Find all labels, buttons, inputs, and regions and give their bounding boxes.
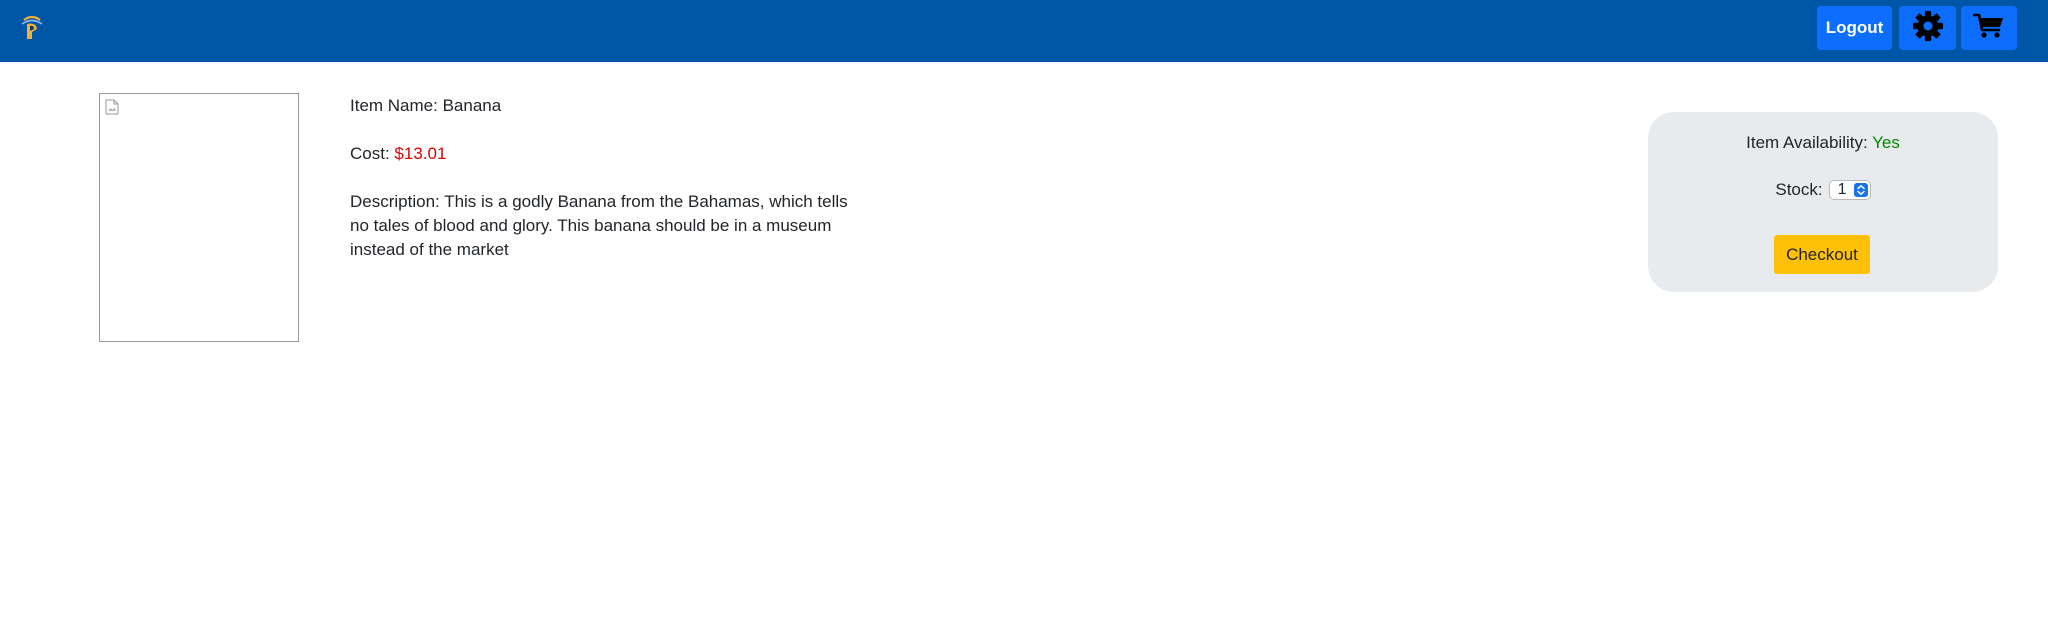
- product-image: [99, 93, 299, 342]
- product-details: Item Name: Banana Cost: $13.01 Descripti…: [350, 94, 850, 286]
- cost-row: Cost: $13.01: [350, 142, 850, 166]
- settings-button[interactable]: [1899, 6, 1956, 50]
- top-navbar: Logout: [0, 0, 2048, 62]
- gear-icon: [1912, 10, 1944, 47]
- item-name-value: Banana: [442, 96, 502, 115]
- description-row: Description: This is a godly Banana from…: [350, 190, 850, 262]
- item-name-row: Item Name: Banana: [350, 94, 850, 118]
- availability-value: Yes: [1872, 133, 1900, 152]
- logout-button[interactable]: Logout: [1817, 6, 1892, 50]
- item-name-label: Item Name:: [350, 96, 443, 115]
- cost-value: $13.01: [394, 144, 447, 163]
- stock-label: Stock:: [1775, 180, 1823, 199]
- availability-label: Item Availability:: [1746, 133, 1873, 152]
- select-arrows-icon: [1853, 183, 1868, 197]
- shopping-cart-icon: [1972, 12, 2005, 45]
- stock-row: Stock: 1: [1648, 178, 1998, 202]
- availability-row: Item Availability: Yes: [1648, 131, 1998, 155]
- purchase-panel: Item Availability: Yes Stock: 1 Checkout: [1648, 112, 1998, 292]
- checkout-button[interactable]: Checkout: [1774, 235, 1870, 274]
- description-label: Description:: [350, 192, 445, 211]
- stock-select[interactable]: 1: [1828, 180, 1871, 200]
- cart-button[interactable]: [1961, 6, 2017, 50]
- cost-label: Cost:: [350, 144, 395, 163]
- spartan-helmet-logo-icon[interactable]: [18, 14, 46, 42]
- broken-image-icon: [105, 99, 119, 120]
- stock-selected-value: 1: [1837, 181, 1847, 198]
